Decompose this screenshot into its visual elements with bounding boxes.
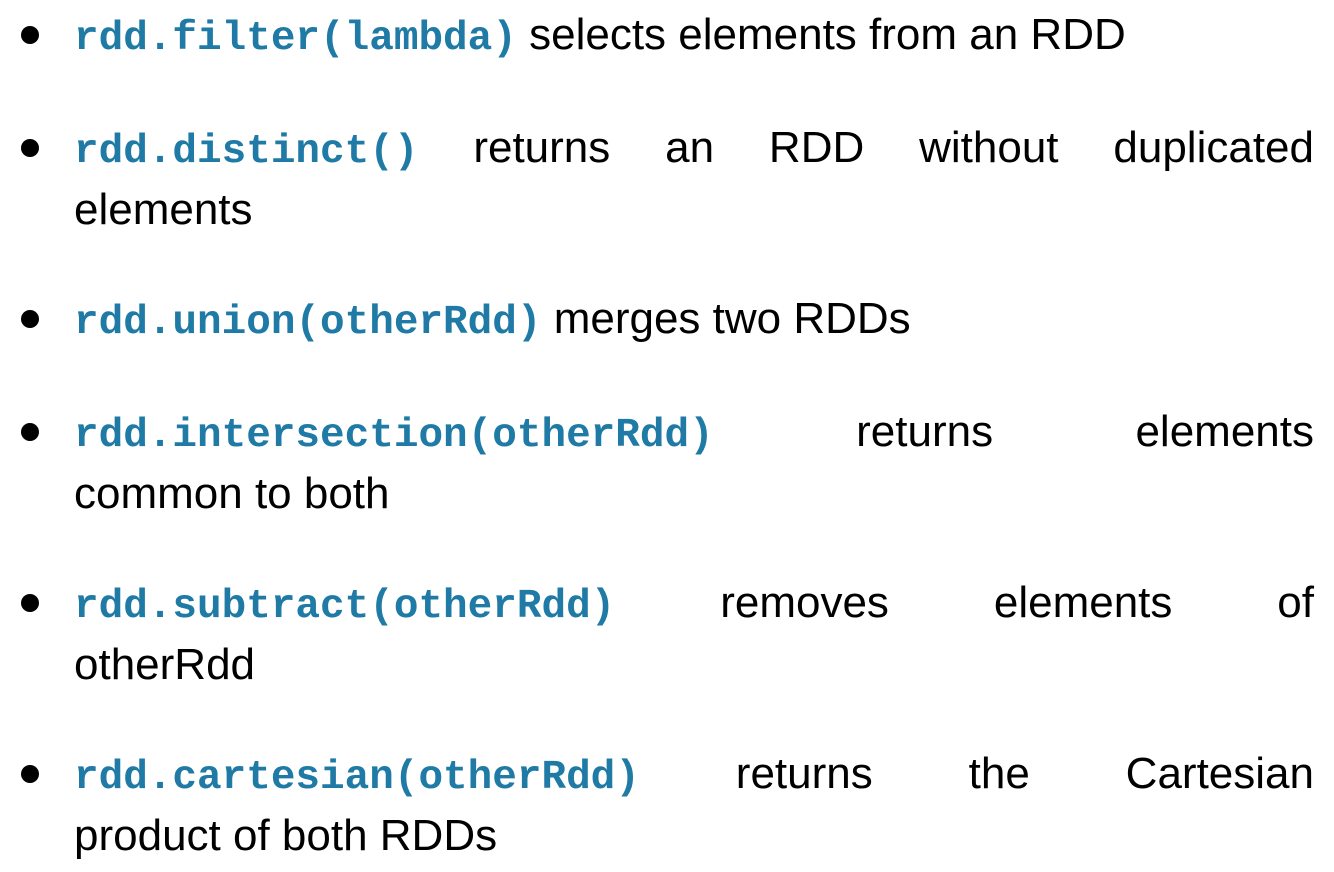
item-description: removes elements of [720,578,1314,627]
item-first-line: rdd.distinct() returns an RDD without du… [74,119,1314,181]
bullet-icon [21,26,39,44]
item-description: returns elements [856,407,1314,456]
code-snippet: rdd.intersection(otherRdd) [74,413,714,459]
item-description-continued: product of both RDDs [74,811,498,860]
list-item-subtract: rdd.subtract(otherRdd) removes elements … [21,574,1314,694]
item-description-continued: common to both [74,469,390,518]
code-snippet: rdd.cartesian(otherRdd) [74,755,640,801]
item-first-line: rdd.cartesian(otherRdd) returns the Cart… [74,745,1314,807]
bullet-icon [21,594,39,612]
bullet-icon [21,310,39,328]
code-snippet: rdd.distinct() [74,129,419,175]
list-item-intersection: rdd.intersection(otherRdd) returns eleme… [21,403,1314,523]
bullet-icon [21,423,39,441]
item-description: merges two RDDs [553,294,911,343]
list-item-distinct: rdd.distinct() returns an RDD without du… [21,119,1314,239]
list-item-union: rdd.union(otherRdd) merges two RDDs [21,290,1314,352]
code-snippet: rdd.subtract(otherRdd) [74,584,616,630]
list-item-filter: rdd.filter(lambda) selects elements from… [21,6,1314,68]
code-snippet: rdd.filter(lambda) [74,16,517,62]
item-description: returns an RDD without duplicated [473,123,1314,172]
item-description: returns the Cartesian [735,749,1314,798]
item-description-continued: otherRdd [74,640,256,689]
list-item-cartesian: rdd.cartesian(otherRdd) returns the Cart… [21,745,1314,865]
item-first-line: rdd.subtract(otherRdd) removes elements … [74,574,1314,636]
item-description-continued: elements [74,185,253,234]
item-first-line: rdd.intersection(otherRdd) returns eleme… [74,403,1314,465]
item-description: selects elements from an RDD [529,10,1126,59]
code-snippet: rdd.union(otherRdd) [74,300,542,346]
bullet-icon [21,765,39,783]
bullet-icon [21,139,39,157]
